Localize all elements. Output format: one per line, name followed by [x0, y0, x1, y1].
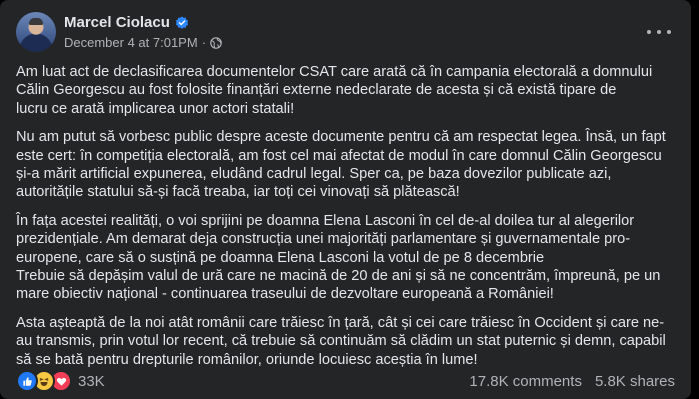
- post-meta: Marcel Ciolacu December 4 at 7:01PM ·: [64, 13, 222, 52]
- reactions-summary[interactable]: 33K: [16, 370, 105, 392]
- separator-dot: ·: [201, 35, 207, 50]
- text-line: În fața acestei realități, o voi sprijin…: [16, 212, 635, 229]
- text-line: și-a mărit artificial expunerea, eludând…: [16, 166, 612, 183]
- text-line: mare obiectiv național - continuarea tra…: [16, 286, 554, 303]
- post-paragraph: În fața acestei realități, o voi sprijin…: [16, 212, 674, 304]
- more-options-icon[interactable]: [647, 22, 671, 42]
- author-row: Marcel Ciolacu: [64, 13, 222, 33]
- more-dot: [667, 30, 671, 34]
- post-paragraph: Nu am putut să vorbesc public despre ace…: [16, 128, 674, 202]
- author-avatar[interactable]: [16, 12, 56, 52]
- shares-count[interactable]: 5.8K shares: [595, 373, 675, 390]
- post-subtitle: December 4 at 7:01PM ·: [64, 34, 222, 52]
- post-timestamp[interactable]: December 4 at 7:01PM: [64, 34, 198, 52]
- post-body: Am luat act de declasificarea documentel…: [16, 63, 674, 379]
- text-line: să se bată pentru drepturile românilor, …: [16, 351, 478, 368]
- text-line: Nu am putut să vorbesc public despre ace…: [16, 129, 666, 146]
- globe-icon[interactable]: [210, 36, 222, 49]
- post-paragraph: Asta așteaptă de la noi atât românii car…: [16, 314, 674, 369]
- text-line: prezidențiale. Am demarat deja construcț…: [16, 231, 631, 248]
- text-line: autoritățile statului să-și facă treaba,…: [16, 184, 460, 201]
- text-line: Trebuie să depășim valul de ură care ne …: [16, 268, 661, 285]
- comments-count[interactable]: 17.8K comments: [469, 373, 582, 390]
- avatar-hair: [29, 18, 43, 25]
- text-line: lucru ce arată implicarea unor actori st…: [16, 100, 295, 117]
- facebook-post: Marcel Ciolacu December 4 at 7:01PM · Am…: [0, 0, 691, 399]
- post-stats: 17.8K comments 5.8K shares: [469, 373, 675, 390]
- more-dot: [657, 30, 661, 34]
- text-line: Am luat act de declasificarea documentel…: [16, 64, 653, 80]
- text-line: au transmis, prin votul lor recent, că t…: [16, 333, 666, 350]
- text-line: europene, care să o susțină pe doamna El…: [16, 249, 545, 266]
- text-line: Călin Georgescu au fost folosite finanță…: [16, 82, 617, 99]
- reaction-icons: [16, 370, 72, 392]
- author-name[interactable]: Marcel Ciolacu: [64, 13, 170, 33]
- like-icon: [16, 370, 38, 392]
- text-line: este cert: în competiția electorală, am …: [16, 147, 662, 164]
- more-dot: [647, 30, 651, 34]
- verified-badge-icon: [175, 15, 188, 29]
- reaction-count[interactable]: 33K: [78, 373, 105, 390]
- post-header: Marcel Ciolacu December 4 at 7:01PM ·: [16, 12, 222, 52]
- text-line: Asta așteaptă de la noi atât românii car…: [16, 314, 665, 331]
- post-footer: 33K 17.8K comments 5.8K shares: [16, 370, 675, 392]
- post-paragraph: Am luat act de declasificarea documentel…: [16, 63, 674, 118]
